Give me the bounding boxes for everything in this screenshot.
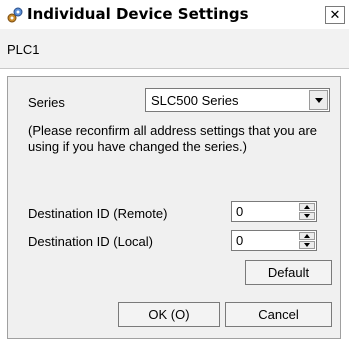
chevron-down-icon[interactable] [309, 90, 328, 110]
series-select-value: SLC500 Series [151, 93, 239, 108]
close-button[interactable]: ✕ [325, 6, 345, 24]
cancel-button[interactable]: Cancel [225, 302, 332, 327]
series-label: Series [28, 95, 65, 110]
destination-remote-value[interactable]: 0 [236, 204, 243, 219]
series-select[interactable]: SLC500 Series [145, 88, 330, 112]
device-name: PLC1 [7, 42, 40, 57]
gear-settings-icon [6, 6, 24, 24]
ok-button[interactable]: OK (O) [118, 302, 220, 327]
window-title: Individual Device Settings [27, 5, 249, 23]
destination-remote-label: Destination ID (Remote) [28, 206, 168, 221]
series-note: (Please reconfirm all address settings t… [28, 123, 318, 154]
spin-up-icon[interactable] [299, 232, 315, 240]
destination-local-label: Destination ID (Local) [28, 234, 153, 249]
title-bar: Individual Device Settings ✕ [0, 0, 349, 29]
spin-down-icon[interactable] [299, 212, 315, 220]
default-button[interactable]: Default [245, 260, 332, 285]
destination-remote-stepper[interactable]: 0 [231, 201, 317, 222]
destination-local-stepper[interactable]: 0 [231, 230, 317, 251]
destination-local-value[interactable]: 0 [236, 233, 243, 248]
spin-up-icon[interactable] [299, 203, 315, 211]
spin-down-icon[interactable] [299, 241, 315, 249]
device-header: PLC1 [0, 29, 349, 69]
